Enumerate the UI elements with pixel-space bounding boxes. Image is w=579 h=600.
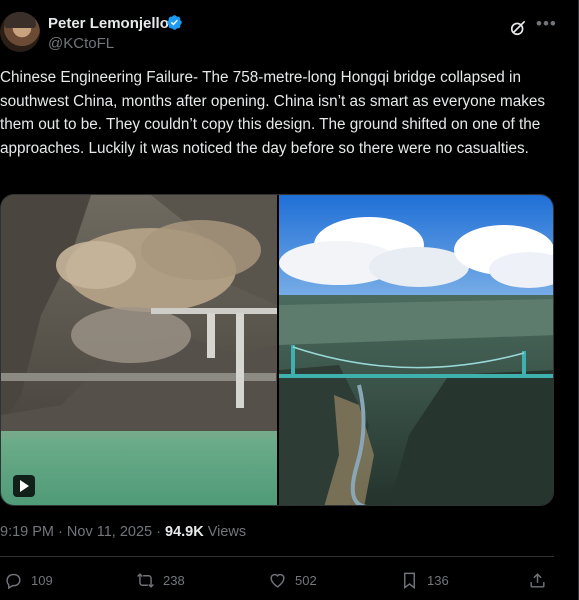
views-label: Views bbox=[207, 524, 247, 540]
reply-count: 109 bbox=[31, 572, 53, 588]
bookmark-button[interactable]: 136 bbox=[400, 568, 449, 592]
avatar[interactable] bbox=[0, 12, 40, 52]
bridge-scene bbox=[279, 195, 553, 505]
tweet-meta: 9:19 PM · Nov 11, 2025 · 94.9K Views bbox=[0, 524, 246, 540]
bridge-photo[interactable] bbox=[279, 195, 553, 505]
tweet-text: Chinese Engineering Failure- The 758-met… bbox=[0, 69, 546, 157]
tweet-date[interactable]: Nov 11, 2025 bbox=[67, 524, 152, 540]
reply-icon bbox=[6, 573, 21, 589]
collapse-scene bbox=[1, 195, 277, 505]
meta-separator: · bbox=[156, 524, 161, 540]
more-icon[interactable]: ••• bbox=[536, 14, 557, 34]
like-icon bbox=[270, 573, 285, 588]
tweet-time[interactable]: 9:19 PM bbox=[0, 524, 54, 540]
verified-badge-icon[interactable] bbox=[166, 14, 183, 31]
tweet-header: Peter Lemonjello @KCtoFL ••• bbox=[0, 10, 570, 56]
views-count: 94.9K bbox=[165, 524, 204, 540]
video-collapse-thumbnail[interactable] bbox=[1, 195, 277, 505]
bookmark-count: 136 bbox=[427, 572, 449, 588]
repost-icon bbox=[137, 572, 154, 588]
reply-button[interactable]: 109 bbox=[4, 568, 53, 592]
bookmark-icon bbox=[404, 572, 415, 589]
repost-count: 238 bbox=[163, 572, 185, 588]
play-icon[interactable] bbox=[13, 475, 35, 497]
like-count: 502 bbox=[295, 572, 317, 588]
share-icon bbox=[530, 572, 545, 588]
author-display-name[interactable]: Peter Lemonjello bbox=[48, 15, 169, 32]
meta-separator: · bbox=[58, 524, 63, 540]
share-button[interactable] bbox=[528, 568, 547, 592]
play-triangle bbox=[20, 480, 29, 492]
action-bar: 109 238 502 136 bbox=[0, 568, 560, 592]
repost-button[interactable]: 238 bbox=[136, 568, 185, 592]
avatar-cap bbox=[4, 12, 36, 28]
grok-icon[interactable] bbox=[508, 18, 528, 38]
media-grid bbox=[0, 194, 554, 506]
author-handle[interactable]: @KCtoFL bbox=[48, 35, 114, 52]
like-button[interactable]: 502 bbox=[268, 568, 317, 592]
divider bbox=[0, 556, 554, 557]
